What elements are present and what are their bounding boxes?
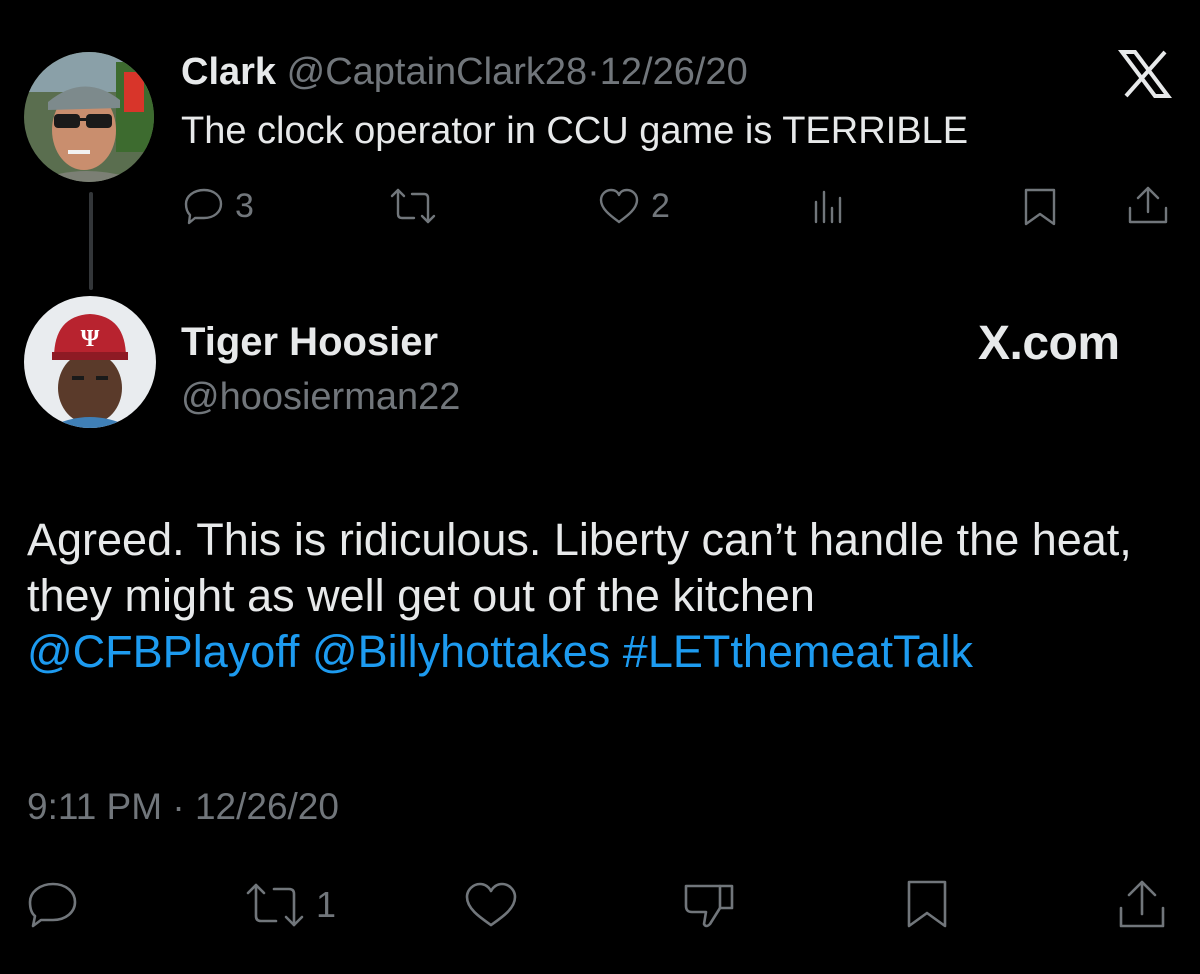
views-icon: [814, 190, 842, 224]
bookmark-icon: [907, 880, 947, 928]
reply-retweet-count: 1: [316, 884, 337, 925]
dislike-icon: [684, 884, 734, 928]
reply-tweet-body: Agreed. This is ridiculous. Liberty can’…: [27, 512, 1177, 680]
reply-date: 12/26/20: [194, 786, 339, 827]
like-icon: [599, 188, 639, 224]
parent-author-avatar[interactable]: [24, 52, 154, 182]
reply-icon: [28, 882, 77, 928]
svg-text:Ψ: Ψ: [81, 326, 100, 352]
mention-billyhottakes[interactable]: @Billyhottakes: [312, 626, 610, 677]
hashtag-letthemeattalk[interactable]: #LETthemeatTalk: [623, 626, 973, 677]
reply-like-button[interactable]: [462, 880, 520, 930]
parent-date[interactable]: 12/26/20: [600, 51, 748, 93]
x-com-logo: X.com: [978, 317, 1120, 370]
reply-tweet-text: Agreed. This is ridiculous. Liberty can’…: [27, 514, 1132, 621]
reply-author-handle[interactable]: @hoosierman22: [181, 374, 460, 420]
bookmark-icon: [1024, 188, 1056, 226]
parent-reply-button[interactable]: 3: [183, 186, 254, 226]
reply-time: 9:11 PM: [27, 786, 163, 827]
thread-connector-line: [89, 192, 93, 290]
reply-icon: [184, 188, 223, 225]
reply-separator: ·: [172, 786, 185, 827]
reply-author-avatar[interactable]: Ψ: [24, 296, 156, 428]
parent-like-button[interactable]: 2: [597, 186, 670, 226]
retweet-icon: [246, 883, 304, 927]
share-icon: [1119, 880, 1165, 928]
reply-bookmark-button[interactable]: [903, 878, 951, 932]
reply-author-name[interactable]: Tiger Hoosier: [181, 318, 438, 366]
share-icon: [1128, 186, 1168, 224]
retweet-icon: [390, 188, 436, 224]
parent-share-button[interactable]: [1126, 184, 1170, 226]
parent-separator: ·: [587, 51, 600, 93]
parent-views-button[interactable]: [810, 186, 850, 226]
mention-cfbplayoff[interactable]: @CFBPlayoff: [27, 626, 299, 677]
parent-reply-count: 3: [235, 186, 254, 225]
parent-tweet-header: Clark @CaptainClark28·12/26/20: [181, 50, 748, 94]
x-logo-icon: [1118, 50, 1172, 98]
reply-share-button[interactable]: [1116, 878, 1168, 932]
parent-retweet-button[interactable]: [388, 186, 438, 226]
parent-author-name[interactable]: Clark: [181, 51, 276, 93]
reply-dislike-button[interactable]: [682, 880, 736, 934]
parent-tweet-text: The clock operator in CCU game is TERRIB…: [181, 110, 969, 152]
reply-timestamp[interactable]: 9:11 PM · 12/26/20: [27, 784, 339, 830]
parent-author-handle[interactable]: @CaptainClark28: [287, 51, 588, 93]
parent-bookmark-button[interactable]: [1020, 186, 1060, 228]
reply-reply-button[interactable]: [27, 880, 79, 930]
like-icon: [465, 882, 517, 927]
parent-like-count: 2: [651, 186, 670, 225]
reply-retweet-button[interactable]: 1: [244, 880, 336, 930]
